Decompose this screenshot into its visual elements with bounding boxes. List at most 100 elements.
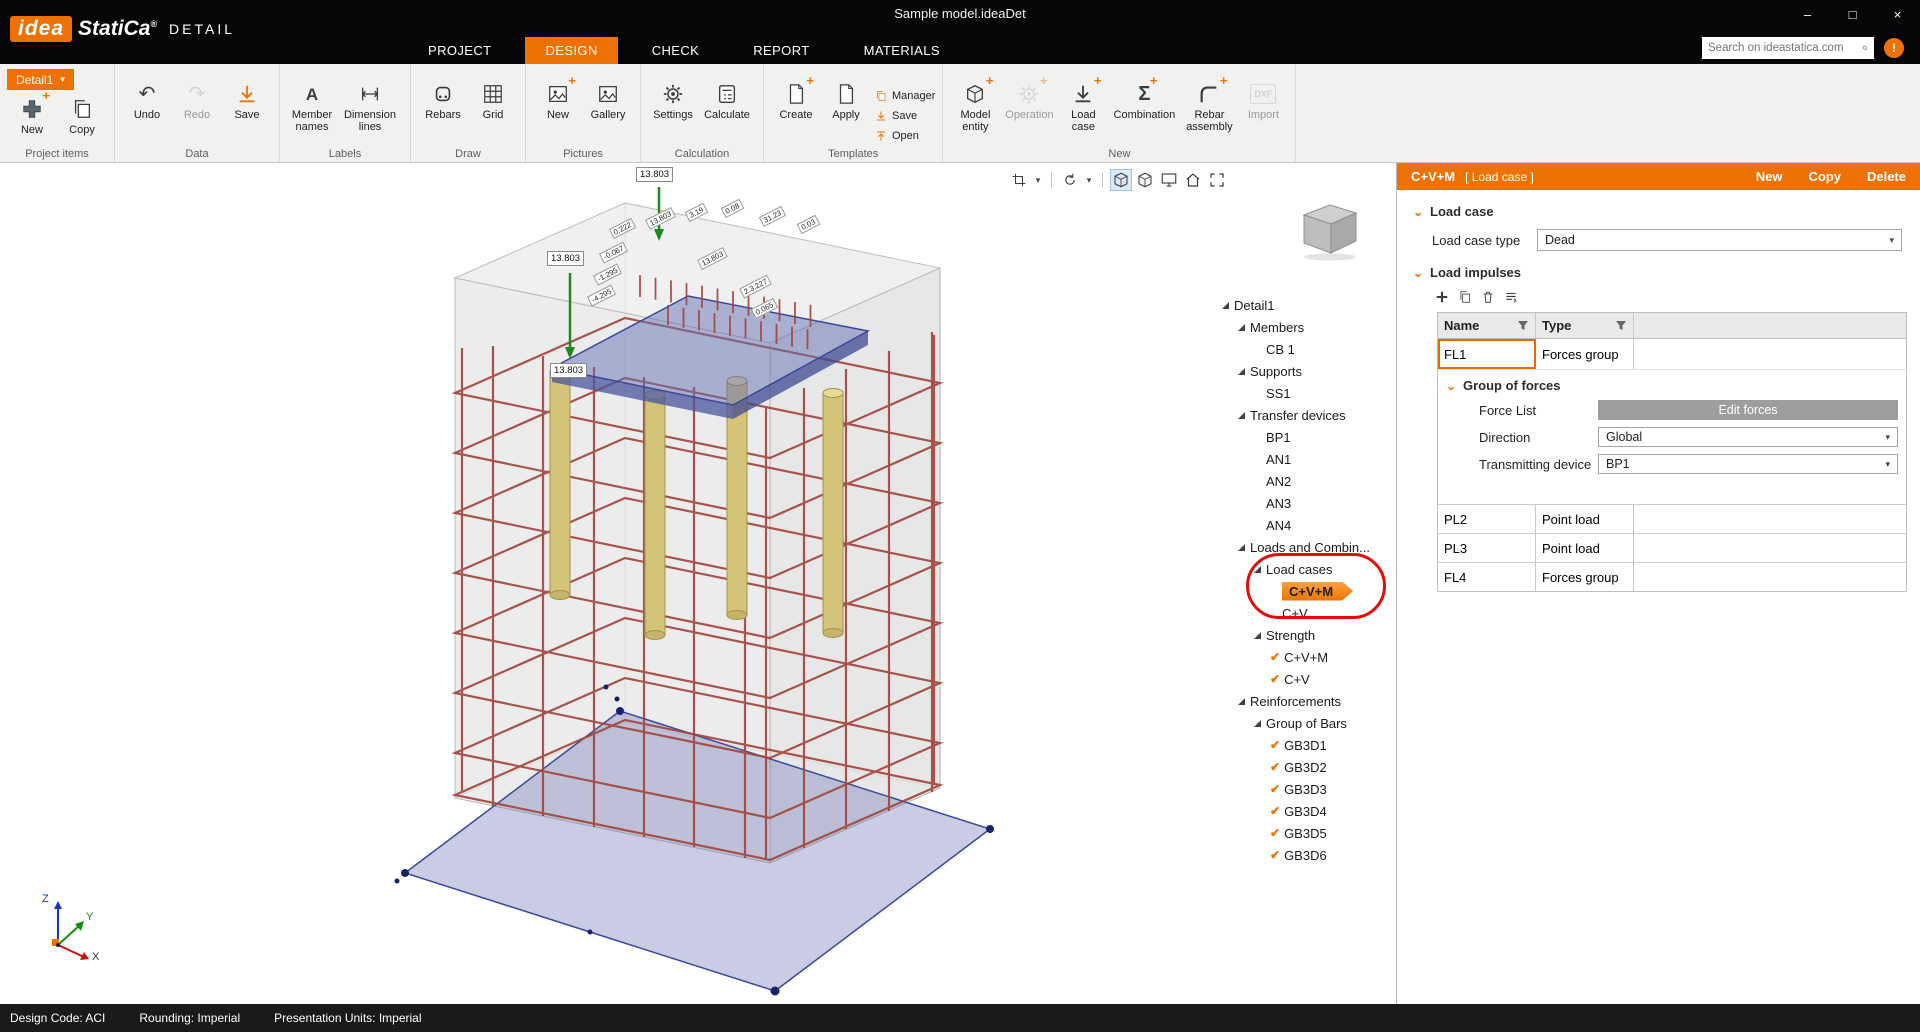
tree-item-gb3d1[interactable]: GB3D1 [1216, 734, 1396, 756]
filter-icon[interactable] [1517, 320, 1529, 332]
close-button[interactable]: × [1875, 0, 1920, 28]
new-load-case-button[interactable]: New [1756, 169, 1783, 184]
tab-materials[interactable]: MATERIALS [844, 37, 960, 64]
tree-item-load-cases[interactable]: Load cases [1216, 558, 1396, 580]
table-row-pl3[interactable]: PL3 Point load [1438, 533, 1906, 562]
edit-forces-button[interactable]: Edit forces [1598, 400, 1898, 420]
tree-item-load-case-cv[interactable]: C+V [1216, 602, 1396, 624]
tab-check[interactable]: CHECK [632, 37, 720, 64]
template-save-button[interactable]: Save [875, 107, 935, 124]
tree-item-detail1[interactable]: Detail1 [1216, 294, 1396, 316]
template-open-button[interactable]: Open [875, 127, 935, 144]
tree-item-strength-cvm[interactable]: C+V+M [1216, 646, 1396, 668]
presentation-button[interactable] [1158, 169, 1180, 191]
minimize-button[interactable]: – [1785, 0, 1830, 28]
table-row-fl1[interactable]: FL1 Forces group [1438, 339, 1906, 369]
model-entity-button[interactable]: + Model entity [950, 77, 1000, 135]
delete-load-case-button[interactable]: Delete [1867, 169, 1906, 184]
tree-item-gb3d2[interactable]: GB3D2 [1216, 756, 1396, 778]
expander-icon[interactable] [1238, 324, 1245, 331]
dimension-lines-button[interactable]: Dimension lines [337, 77, 403, 135]
tree-item-bp1[interactable]: BP1 [1216, 426, 1396, 448]
settings-button[interactable]: Settings [648, 77, 698, 123]
expander-icon[interactable] [1254, 720, 1261, 727]
tree-item-an4[interactable]: AN4 [1216, 514, 1396, 536]
tree-item-an2[interactable]: AN2 [1216, 470, 1396, 492]
load-case-type-dropdown[interactable]: Dead ▾ [1537, 229, 1902, 251]
tree-item-load-case-cvm-selected[interactable]: C+V+M [1216, 580, 1396, 602]
load-case-section-header[interactable]: ⌄ Load case [1413, 204, 1920, 219]
tree-item-strength[interactable]: Strength [1216, 624, 1396, 646]
grid-button[interactable]: Grid [468, 77, 518, 123]
group-of-forces-header[interactable]: ⌄ Group of forces [1446, 378, 1898, 393]
tree-item-transfer-devices[interactable]: Transfer devices [1216, 404, 1396, 426]
transmitting-device-dropdown[interactable]: BP1 ▾ [1598, 454, 1898, 474]
save-button[interactable]: Save [222, 77, 272, 123]
impulse-type-cell[interactable]: Point load [1536, 505, 1634, 533]
expander-icon[interactable] [1254, 566, 1261, 573]
gallery-button[interactable]: Gallery [583, 77, 633, 123]
calculate-button[interactable]: Calculate [698, 77, 756, 123]
axonometry-view-button[interactable] [1110, 169, 1132, 191]
template-manager-button[interactable]: Manager [875, 87, 935, 104]
copy-project-item-button[interactable]: Copy [57, 92, 107, 138]
tree-item-gb3d3[interactable]: GB3D3 [1216, 778, 1396, 800]
maximize-button[interactable]: □ [1830, 0, 1875, 28]
search-input[interactable] [1708, 42, 1862, 54]
project-item-selector[interactable]: Detail1▾ [7, 69, 74, 90]
expander-icon[interactable] [1238, 412, 1245, 419]
impulse-name-cell[interactable]: FL1 [1438, 339, 1536, 369]
tree-item-an1[interactable]: AN1 [1216, 448, 1396, 470]
tree-item-cb1[interactable]: CB 1 [1216, 338, 1396, 360]
impulse-list-button[interactable] [1504, 290, 1518, 304]
expander-icon[interactable] [1254, 632, 1261, 639]
table-row-fl4[interactable]: FL4 Forces group [1438, 562, 1906, 591]
checkbox-checked-icon[interactable] [1270, 826, 1280, 840]
checkbox-checked-icon[interactable] [1270, 804, 1280, 818]
tab-report[interactable]: REPORT [733, 37, 829, 64]
impulse-name-cell[interactable]: PL3 [1438, 534, 1536, 562]
combination-button[interactable]: + Combination [1108, 77, 1180, 123]
table-row-pl2[interactable]: PL2 Point load [1438, 504, 1906, 533]
crop-chevron-icon[interactable]: ▾ [1032, 169, 1044, 191]
info-icon[interactable]: ! [1884, 38, 1904, 58]
checkbox-checked-icon[interactable] [1270, 650, 1280, 664]
checkbox-checked-icon[interactable] [1270, 782, 1280, 796]
member-names-button[interactable]: Member names [287, 77, 337, 135]
fullscreen-button[interactable] [1206, 169, 1228, 191]
tree-item-strength-cv[interactable]: C+V [1216, 668, 1396, 690]
3d-model-canvas[interactable] [0, 163, 1396, 1004]
copy-load-case-button[interactable]: Copy [1808, 169, 1841, 184]
model-viewport[interactable]: ▾ ▾ 13.803 13.803 13.803 0.222 13.803 3.… [0, 163, 1396, 1004]
tree-item-gb3d5[interactable]: GB3D5 [1216, 822, 1396, 844]
crop-button[interactable] [1008, 169, 1030, 191]
tree-item-an3[interactable]: AN3 [1216, 492, 1396, 514]
tab-design[interactable]: DESIGN [525, 37, 617, 64]
load-impulses-section-header[interactable]: ⌄ Load impulses [1413, 265, 1920, 280]
impulse-type-cell[interactable]: Point load [1536, 534, 1634, 562]
expander-icon[interactable] [1222, 302, 1229, 309]
impulse-type-cell[interactable]: Forces group [1536, 339, 1634, 369]
tree-item-ss1[interactable]: SS1 [1216, 382, 1396, 404]
checkbox-checked-icon[interactable] [1270, 738, 1280, 752]
search-box[interactable] [1702, 37, 1874, 59]
checkbox-checked-icon[interactable] [1270, 760, 1280, 774]
delete-impulse-button[interactable] [1481, 290, 1495, 304]
tree-item-members[interactable]: Members [1216, 316, 1396, 338]
load-case-button[interactable]: + Load case [1058, 77, 1108, 135]
home-view-button[interactable] [1182, 169, 1204, 191]
tree-item-reinforcements[interactable]: Reinforcements [1216, 690, 1396, 712]
tree-item-gb3d6[interactable]: GB3D6 [1216, 844, 1396, 866]
view-cube[interactable] [1286, 197, 1370, 261]
copy-impulse-button[interactable] [1458, 290, 1472, 304]
tab-project[interactable]: PROJECT [408, 37, 511, 64]
new-project-item-button[interactable]: + New [7, 92, 57, 138]
apply-template-button[interactable]: Apply [821, 77, 871, 123]
impulse-name-cell[interactable]: PL2 [1438, 505, 1536, 533]
tree-item-group-of-bars[interactable]: Group of Bars [1216, 712, 1396, 734]
tree-item-gb3d4[interactable]: GB3D4 [1216, 800, 1396, 822]
direction-dropdown[interactable]: Global ▾ [1598, 427, 1898, 447]
tree-item-supports[interactable]: Supports [1216, 360, 1396, 382]
undo-button[interactable]: Undo [122, 77, 172, 123]
expander-icon[interactable] [1238, 368, 1245, 375]
